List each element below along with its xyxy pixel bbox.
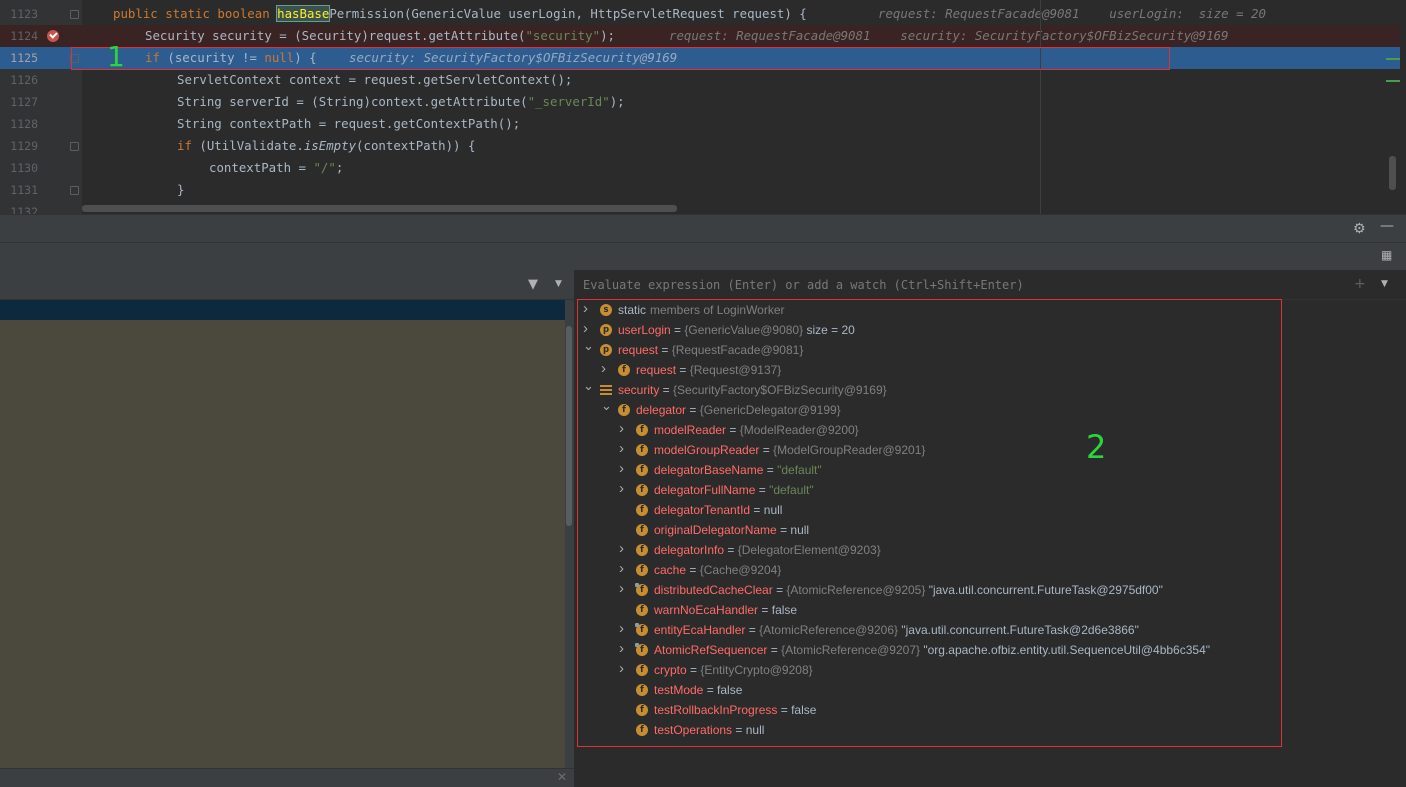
code-line[interactable]: 1126 ServletContext context = request.get… [0,69,1400,91]
line-number[interactable]: 1126 [0,69,38,91]
code-text: String serverId = (String)context.getAtt… [177,91,625,113]
code-text: } [177,179,184,201]
code-line[interactable]: 1127 String serverId = (String)context.ge… [0,91,1400,113]
annotation-label-2: 2 [1086,428,1107,466]
code-token: (contextPath)) { [356,138,476,153]
code-token: "/" [313,160,336,175]
change-marker[interactable] [1386,80,1400,82]
code-text: Security security = (Security)request.ge… [145,25,615,47]
debug-tool-header: ⚙ — [0,214,1406,242]
code-text: ServletContext context = request.getServ… [177,69,572,91]
evaluate-bar: + ▼ [575,270,1406,300]
line-number[interactable]: 1127 [0,91,38,113]
code-token: Security security = (Security)request.ge… [145,28,526,43]
breakpoint-icon[interactable] [47,30,59,42]
fold-icon[interactable] [70,186,79,195]
code-token: public static boolean [113,6,278,21]
fold-icon[interactable] [70,142,79,151]
selected-frame[interactable] [0,300,565,320]
code-text: String contextPath = request.getContextP… [177,113,520,135]
code-token: if [177,138,200,153]
code-line[interactable]: 1123 public static boolean hasBasePermiss… [0,3,1400,25]
debug-subheader: ▦ [0,242,1406,270]
inline-debug-hint: request: RequestFacade@9081 security: Se… [669,28,1229,43]
code-token: String contextPath = request.getContextP… [177,116,521,131]
evaluate-expression-input[interactable] [583,277,1323,293]
code-token: } [177,182,185,197]
code-token: hasBase [276,5,331,22]
code-token: ); [600,28,615,43]
chevron-down-icon[interactable]: ▼ [555,279,562,289]
line-number[interactable]: 1128 [0,113,38,135]
annotation-box-1 [71,47,1170,70]
frames-toolbar: ▼ ▼ [0,270,574,300]
frames-list[interactable] [0,320,565,768]
code-text: public static boolean hasBasePermission(… [113,3,807,25]
code-token: "_serverId" [527,94,610,109]
code-line[interactable]: 1128 String contextPath = request.getCont… [0,113,1400,135]
code-token: ; [335,160,344,175]
editor-vertical-scrollbar[interactable] [1389,156,1396,190]
right-margin-guide [1040,0,1041,214]
code-token: (UtilValidate. [199,138,304,153]
code-token: ); [609,94,625,109]
frames-panel: ▼ ▼ ✕ [0,270,574,787]
annotation-label-1: 1 [107,40,125,73]
add-watch-icon[interactable]: + [1354,276,1366,292]
line-number[interactable]: 1123 [0,3,38,25]
frames-bottom-bar: ✕ [0,768,574,787]
fold-icon[interactable] [70,10,79,19]
code-token: isEmpty [303,138,357,153]
code-text: contextPath = "/"; [209,157,343,179]
code-token: contextPath = [209,160,314,175]
line-number[interactable]: 1130 [0,157,38,179]
line-number[interactable]: 1124 [0,25,38,47]
code-token: ServletContext context = request.getServ… [177,72,573,87]
code-token: String serverId = (String)context.getAtt… [177,94,528,109]
line-number[interactable]: 1129 [0,135,38,157]
code-line[interactable]: 1129 if (UtilValidate.isEmpty(contextPath… [0,135,1400,157]
code-token: "security" [525,28,601,43]
code-line[interactable]: 1130 contextPath = "/"; [0,157,1400,179]
line-number[interactable]: 1131 [0,179,38,201]
layout-icon[interactable]: ▦ [1381,248,1392,262]
frames-scrollbar[interactable] [565,300,574,768]
code-text: if (UtilValidate.isEmpty(contextPath)) { [177,135,475,157]
minimize-icon[interactable]: — [1380,218,1394,234]
line-number[interactable]: 1125 [0,47,38,69]
close-icon[interactable]: ✕ [557,770,567,784]
filter-icon[interactable]: ▼ [528,277,538,292]
code-token: Permission(GenericValue userLogin, HttpS… [329,6,807,21]
frames-scrollbar-thumb[interactable] [566,326,572,526]
code-line[interactable]: 1131} [0,179,1400,201]
inline-debug-hint: request: RequestFacade@9081 userLogin: s… [878,6,1266,21]
code-editor[interactable]: 1123 public static boolean hasBasePermiss… [0,0,1406,214]
change-marker[interactable] [1386,58,1400,60]
gear-icon[interactable]: ⚙ [1353,221,1366,237]
editor-horizontal-scrollbar[interactable] [82,205,677,212]
line-number[interactable]: 1132 [0,201,38,214]
chevron-down-icon[interactable]: ▼ [1381,279,1388,289]
annotation-box-2 [577,299,1282,747]
code-line[interactable]: 1124 Security security = (Security)reques… [0,25,1400,47]
